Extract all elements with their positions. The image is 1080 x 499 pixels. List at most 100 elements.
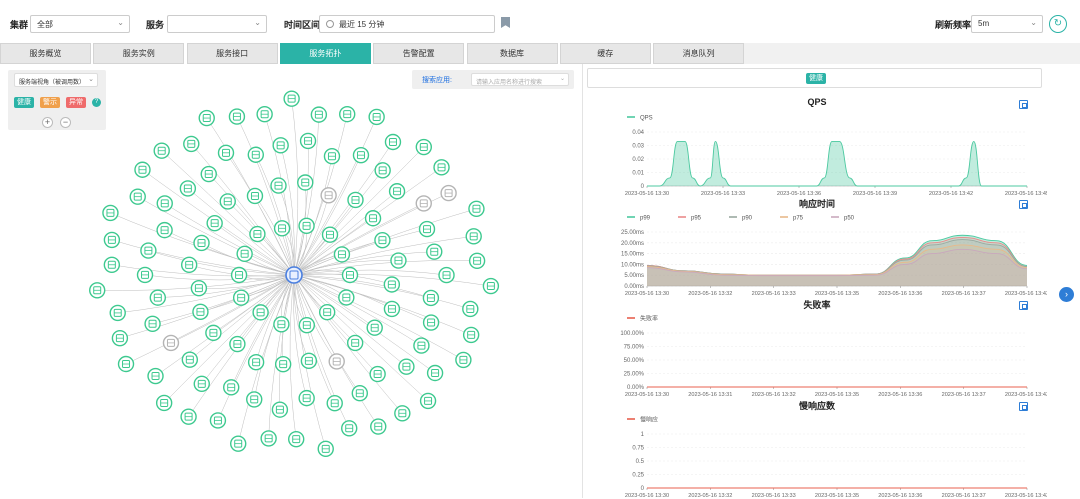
service-node[interactable] (134, 161, 151, 178)
zoom-out-button[interactable]: − (60, 117, 71, 128)
service-node[interactable] (320, 187, 337, 204)
service-node[interactable] (390, 252, 407, 269)
service-node[interactable] (153, 142, 170, 159)
expand-icon[interactable] (1019, 200, 1028, 209)
service-node[interactable] (368, 108, 385, 126)
service-node[interactable] (468, 252, 486, 269)
service-node[interactable] (298, 217, 315, 235)
service-node[interactable] (339, 105, 356, 123)
service-node[interactable] (198, 109, 215, 127)
expand-icon[interactable] (1019, 100, 1028, 109)
service-node[interactable] (193, 234, 210, 252)
service-node[interactable] (273, 220, 291, 237)
service-node[interactable] (136, 266, 154, 284)
legend-item[interactable]: p50 (831, 216, 855, 222)
service-node[interactable] (299, 132, 317, 150)
expand-icon[interactable] (1019, 301, 1028, 310)
service-node[interactable] (333, 246, 351, 263)
chevron-right-icon[interactable]: › (1059, 287, 1074, 302)
service-node[interactable] (341, 420, 358, 437)
service-node[interactable] (338, 289, 355, 306)
legend-item[interactable]: p95 (678, 216, 702, 222)
service-node[interactable] (426, 243, 443, 260)
service-node[interactable] (205, 324, 222, 342)
service-node[interactable] (323, 148, 341, 165)
service-node[interactable] (230, 266, 248, 284)
service-node[interactable] (426, 364, 444, 382)
service-node[interactable] (438, 266, 455, 284)
service-node[interactable] (398, 358, 415, 375)
tab-6[interactable]: 数据库 (466, 43, 558, 64)
tab-3[interactable]: 服务接口 (186, 43, 278, 64)
service-node[interactable] (482, 277, 500, 295)
service-node[interactable] (230, 435, 247, 452)
service-node[interactable] (419, 392, 437, 410)
service-node[interactable] (418, 220, 436, 238)
legend-item[interactable]: 慢响应 (627, 416, 658, 424)
service-node[interactable] (462, 326, 480, 344)
service-node[interactable] (232, 289, 250, 306)
service-node[interactable] (422, 289, 440, 307)
service-node[interactable] (465, 228, 482, 245)
service-node[interactable] (209, 412, 227, 429)
service-node[interactable] (206, 214, 223, 232)
service-node[interactable] (236, 245, 253, 262)
refresh-rate-select[interactable]: 5m ⌄ (971, 15, 1043, 33)
legend-abnormal[interactable]: 异常 (66, 97, 86, 108)
service-node[interactable] (217, 144, 235, 162)
service-node[interactable] (364, 210, 382, 227)
service-node[interactable] (273, 316, 290, 333)
service-node[interactable] (462, 300, 479, 318)
tab-8[interactable]: 消息队列 (653, 43, 745, 64)
service-node[interactable] (318, 303, 336, 321)
app-search-input[interactable]: 请输入应用名称进行搜索 ⌄ (471, 73, 569, 86)
service-node[interactable] (341, 266, 359, 284)
service-node[interactable] (326, 394, 343, 412)
service-node[interactable] (247, 354, 265, 371)
service-node[interactable] (190, 279, 208, 297)
service-node[interactable] (413, 337, 430, 354)
tab-2[interactable]: 服务实例 (93, 43, 185, 64)
expand-icon[interactable] (1019, 402, 1028, 411)
service-node[interactable] (394, 405, 411, 422)
legend-item[interactable]: p99 (627, 216, 651, 222)
tab-5[interactable]: 告警配置 (373, 43, 465, 64)
help-icon[interactable]: ? (92, 98, 101, 107)
service-node[interactable] (298, 316, 316, 334)
service-node[interactable] (346, 334, 364, 352)
cluster-select[interactable]: 全部 ⌄ (30, 15, 130, 33)
service-node[interactable] (256, 105, 273, 123)
service-node[interactable] (384, 133, 402, 151)
service-node[interactable] (347, 191, 364, 209)
service-node[interactable] (144, 315, 161, 333)
service-node[interactable] (246, 391, 263, 408)
service-node[interactable] (228, 108, 246, 125)
service-node[interactable] (310, 106, 328, 123)
service-node[interactable] (155, 394, 173, 412)
service-node[interactable] (374, 162, 391, 179)
service-node[interactable] (270, 177, 287, 194)
service-node[interactable] (369, 365, 386, 383)
service-node[interactable] (370, 418, 387, 435)
service-node[interactable] (366, 319, 383, 336)
service-node[interactable] (321, 226, 339, 243)
refresh-icon[interactable]: ↻ (1049, 15, 1067, 33)
legend-healthy[interactable]: 健康 (14, 97, 34, 108)
legend-item[interactable]: QPS (627, 116, 653, 122)
service-node[interactable] (455, 351, 472, 369)
service-node[interactable] (440, 184, 457, 202)
service-node[interactable] (180, 408, 197, 425)
service-node[interactable] (252, 304, 269, 321)
service-node[interactable] (109, 304, 126, 322)
service-node[interactable] (219, 193, 236, 210)
service-node[interactable] (468, 200, 485, 218)
service-node[interactable] (328, 353, 345, 370)
legend-item[interactable]: p90 (729, 216, 753, 222)
legend-item[interactable]: 失败率 (627, 315, 658, 323)
service-node[interactable] (183, 135, 200, 153)
service-node[interactable] (89, 282, 106, 299)
service-node[interactable] (246, 187, 264, 205)
service-node[interactable] (283, 90, 300, 107)
service-node[interactable] (200, 165, 217, 183)
service-node[interactable] (422, 314, 440, 331)
